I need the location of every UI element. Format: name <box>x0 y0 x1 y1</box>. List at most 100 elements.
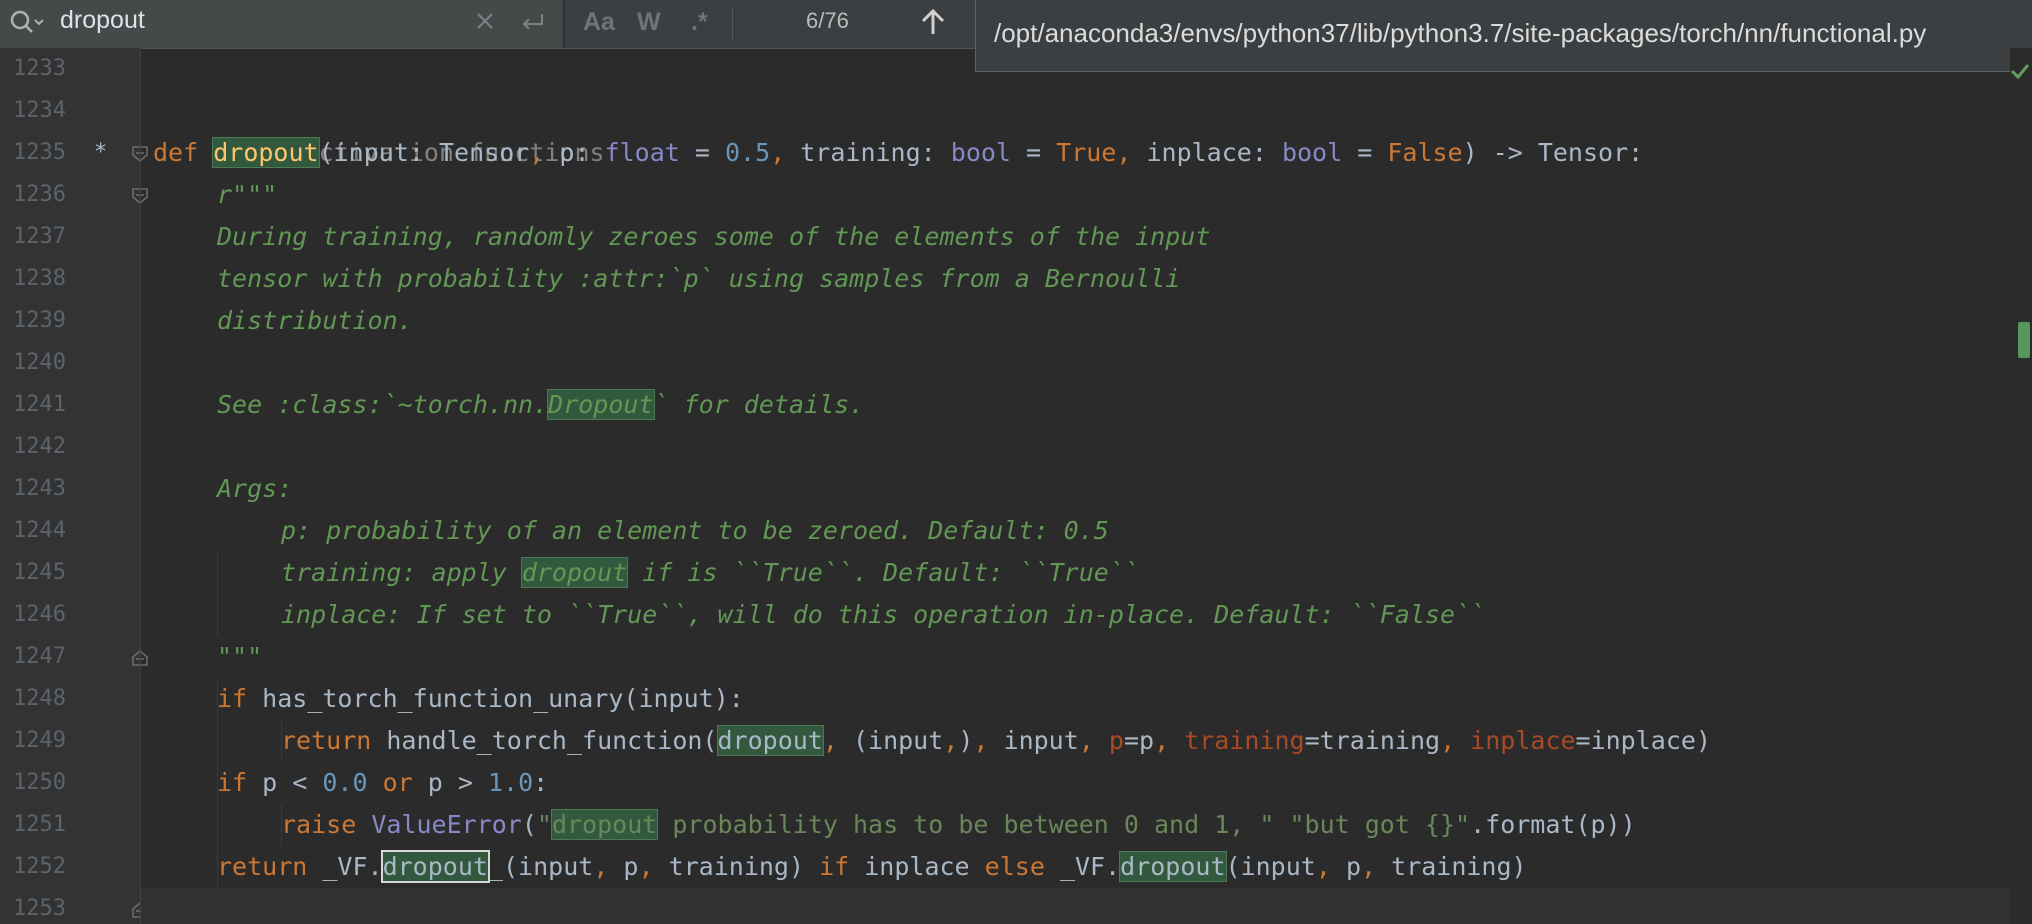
keyword-false: False <box>1387 138 1463 167</box>
number: 0.0 <box>322 768 368 797</box>
docstring: During training, randomly zeroes some of… <box>217 222 1211 251</box>
number: 1.0 <box>487 768 534 797</box>
regex-toggle[interactable]: .* <box>691 8 708 37</box>
docstring: inplace: If set to ``True``, will do thi… <box>281 600 1486 629</box>
code-line-1251: raise ValueError("dropout probability ha… <box>281 804 1636 846</box>
keyword-argument: p <box>1108 726 1124 755</box>
code-text: inplace: <box>1146 138 1282 167</box>
line-number: 1240 <box>13 350 66 375</box>
line-number: 1252 <box>13 854 66 879</box>
keyword-return: return <box>217 852 323 881</box>
line-number: 1249 <box>13 728 66 753</box>
keyword-argument: inplace <box>1470 726 1576 755</box>
comma: , <box>822 726 853 755</box>
keyword-if: if <box>819 852 865 881</box>
comma: , <box>1078 726 1109 755</box>
code-line-1234: # Activation functions <box>153 90 604 167</box>
code-line-1241: See :class:`~torch.nn.Dropout` for detai… <box>217 384 864 426</box>
comma: , <box>593 852 624 881</box>
builtin-bool: bool <box>1281 138 1343 167</box>
code-editor[interactable]: 1233 1234 1235 1236 1237 1238 1239 1240 … <box>0 48 2032 924</box>
file-path-text: /opt/anaconda3/envs/python37/lib/python3… <box>994 18 1927 48</box>
comma: , <box>1315 852 1346 881</box>
find-search-box[interactable]: dropout <box>0 0 562 48</box>
docstring: tensor with probability :attr:`p` using … <box>217 264 1181 293</box>
docstring: r""" <box>217 180 278 209</box>
code-text: (input <box>1225 852 1316 881</box>
error-stripe[interactable] <box>2010 48 2032 924</box>
whole-words-toggle[interactable]: W <box>637 8 661 37</box>
arrow-up-icon[interactable] <box>918 6 948 45</box>
keyword-if: if <box>217 768 263 797</box>
code-text: .format(p)) <box>1470 810 1636 839</box>
modified-marker: * <box>94 140 108 165</box>
line-number: 1253 <box>13 896 66 921</box>
ide-window: dropout Aa W .* 6/76 /opt/anaconda3/envs… <box>0 0 2032 924</box>
regex-newline-icon[interactable] <box>518 10 546 39</box>
docstring: training: apply <box>281 558 522 587</box>
code-line-1244: p: probability of an element to be zeroe… <box>281 510 1109 552</box>
code-line-1236: r""" <box>217 174 277 216</box>
code-text: ( <box>521 810 537 839</box>
line-number: 1239 <box>13 308 66 333</box>
match-case-toggle[interactable]: Aa <box>583 8 615 37</box>
code-text: p: <box>559 138 605 167</box>
code-line-1252: return _VF.dropout_(input, p, training) … <box>217 846 1527 888</box>
code-text: inplace <box>864 852 985 881</box>
docstring: Args: <box>217 474 293 503</box>
code-text: (input: Tensor <box>318 138 530 167</box>
code-text: _VF. <box>322 852 383 881</box>
builtin-bool: bool <box>950 138 1011 167</box>
code-text: p > <box>427 768 488 797</box>
check-icon[interactable] <box>2010 62 2030 84</box>
code-line-1245: training: apply dropout if is ``True``. … <box>281 552 1139 594</box>
divider <box>732 8 733 40</box>
comma: , <box>943 726 959 755</box>
code-line-1237: During training, randomly zeroes some of… <box>217 216 1210 258</box>
line-number-gutter: 1233 1234 1235 1236 1237 1238 1239 1240 … <box>0 48 148 924</box>
keyword-else: else <box>984 852 1060 881</box>
comma: , <box>1116 138 1147 167</box>
code-text: =training <box>1304 726 1441 755</box>
comma: , <box>1154 726 1185 755</box>
code-text: = <box>679 138 725 167</box>
search-match-marker[interactable] <box>2018 322 2030 358</box>
search-match: dropout <box>716 725 824 756</box>
clear-icon[interactable] <box>474 10 496 37</box>
code-text: _VF. <box>1059 852 1121 881</box>
comma: , <box>973 726 1004 755</box>
code-text: =inplace) <box>1575 726 1711 755</box>
number: 0.5 <box>724 138 771 167</box>
code-text: training) <box>668 852 820 881</box>
line-number: 1235 <box>13 140 66 165</box>
code-line-1247: """ <box>217 636 262 678</box>
code-line-1243: Args: <box>217 468 292 510</box>
line-number: 1247 <box>13 644 66 669</box>
docstring: """ <box>217 642 263 671</box>
code-text: p <box>623 852 639 881</box>
code-line-1246: inplace: If set to ``True``, will do thi… <box>281 594 1485 636</box>
docstring: ` for details. <box>653 390 865 419</box>
keyword-def: def <box>153 138 214 167</box>
code-text: = <box>1010 138 1057 167</box>
line-number: 1243 <box>13 476 66 501</box>
search-icon[interactable] <box>8 8 44 43</box>
code-text: _(input <box>487 852 594 881</box>
search-match-current-def: dropout <box>212 137 320 168</box>
line-number: 1238 <box>13 266 66 291</box>
indent-guide <box>217 552 218 636</box>
comma: , <box>1440 726 1471 755</box>
code-text: : <box>533 768 549 797</box>
builtin-valueerror: ValueError <box>371 810 522 839</box>
code-text: has_torch_function_unary(input): <box>262 684 744 713</box>
line-number: 1251 <box>13 812 66 837</box>
code-text: handle_torch_function( <box>386 726 718 755</box>
comma: , <box>529 138 560 167</box>
code-line-1248: if has_torch_function_unary(input): <box>217 678 744 720</box>
code-line-1238: tensor with probability :attr:`p` using … <box>217 258 1180 300</box>
search-match: dropout <box>520 557 629 588</box>
line-number: 1236 <box>13 182 66 207</box>
code-text: ) -> Tensor: <box>1462 138 1644 167</box>
search-input[interactable]: dropout <box>60 6 145 35</box>
code-area[interactable]: # Activation functions def dropout(input… <box>140 48 2011 924</box>
